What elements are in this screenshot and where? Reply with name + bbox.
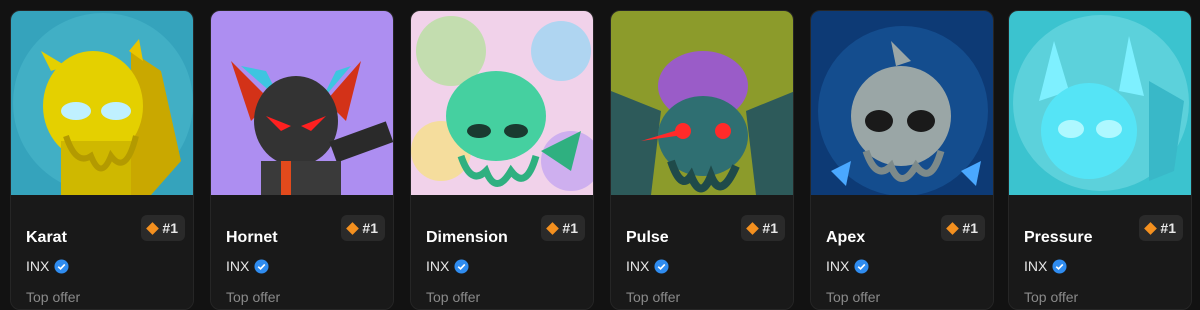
top-offer-label: Top offer bbox=[626, 289, 681, 305]
nft-card[interactable]: Apex #1 INX Top offer bbox=[810, 10, 994, 310]
diamond-icon bbox=[946, 221, 960, 235]
top-offer-label: Top offer bbox=[1024, 289, 1079, 305]
diamond-icon bbox=[346, 221, 360, 235]
nft-image[interactable] bbox=[11, 11, 193, 195]
collection-link[interactable]: INX bbox=[426, 258, 469, 274]
rank-value: #1 bbox=[562, 220, 578, 236]
nft-card[interactable]: Pressure #1 INX Top offer bbox=[1008, 10, 1192, 310]
diamond-icon bbox=[546, 221, 560, 235]
nft-name: Apex bbox=[826, 229, 866, 246]
top-offer-label: Top offer bbox=[826, 289, 881, 305]
rank-value: #1 bbox=[1160, 220, 1176, 236]
nft-name: Dimension bbox=[426, 229, 508, 246]
nft-image[interactable] bbox=[811, 11, 993, 195]
nft-card[interactable]: Karat #1 INX Top offer bbox=[10, 10, 194, 310]
verified-icon bbox=[854, 258, 869, 274]
rank-value: #1 bbox=[962, 220, 978, 236]
rank-badge: #1 bbox=[541, 215, 585, 241]
top-offer-label: Top offer bbox=[26, 289, 81, 305]
collection-name: INX bbox=[1024, 258, 1048, 274]
nft-card[interactable]: Hornet #1 INX Top offer bbox=[210, 10, 394, 310]
nft-image[interactable] bbox=[1009, 11, 1191, 195]
collection-name: INX bbox=[226, 258, 250, 274]
nft-image[interactable] bbox=[211, 11, 393, 195]
diamond-icon bbox=[746, 221, 760, 235]
collection-name: INX bbox=[426, 258, 450, 274]
nft-name: Pressure bbox=[1024, 229, 1093, 246]
verified-icon bbox=[454, 258, 469, 274]
verified-icon bbox=[54, 258, 69, 274]
collection-link[interactable]: INX bbox=[1024, 258, 1067, 274]
nft-card-row: Karat #1 INX Top offer Hornet #1 INX Top… bbox=[0, 0, 1200, 310]
rank-badge: #1 bbox=[741, 215, 785, 241]
nft-card[interactable]: Dimension #1 INX Top offer bbox=[410, 10, 594, 310]
rank-badge: #1 bbox=[1139, 215, 1183, 241]
collection-link[interactable]: INX bbox=[826, 258, 869, 274]
collection-name: INX bbox=[826, 258, 850, 274]
rank-value: #1 bbox=[362, 220, 378, 236]
nft-image[interactable] bbox=[411, 11, 593, 195]
nft-name: Karat bbox=[26, 229, 67, 246]
collection-link[interactable]: INX bbox=[26, 258, 69, 274]
top-offer-label: Top offer bbox=[426, 289, 481, 305]
top-offer-label: Top offer bbox=[226, 289, 281, 305]
rank-value: #1 bbox=[762, 220, 778, 236]
collection-name: INX bbox=[626, 258, 650, 274]
rank-value: #1 bbox=[162, 220, 178, 236]
collection-link[interactable]: INX bbox=[226, 258, 269, 274]
verified-icon bbox=[654, 258, 669, 274]
nft-image[interactable] bbox=[611, 11, 793, 195]
nft-card[interactable]: Pulse #1 INX Top offer bbox=[610, 10, 794, 310]
collection-link[interactable]: INX bbox=[626, 258, 669, 274]
verified-icon bbox=[1052, 258, 1067, 274]
verified-icon bbox=[254, 258, 269, 274]
nft-name: Pulse bbox=[626, 229, 669, 246]
rank-badge: #1 bbox=[341, 215, 385, 241]
collection-name: INX bbox=[26, 258, 50, 274]
diamond-icon bbox=[1144, 221, 1158, 235]
diamond-icon bbox=[146, 221, 160, 235]
nft-name: Hornet bbox=[226, 229, 278, 246]
rank-badge: #1 bbox=[141, 215, 185, 241]
rank-badge: #1 bbox=[941, 215, 985, 241]
